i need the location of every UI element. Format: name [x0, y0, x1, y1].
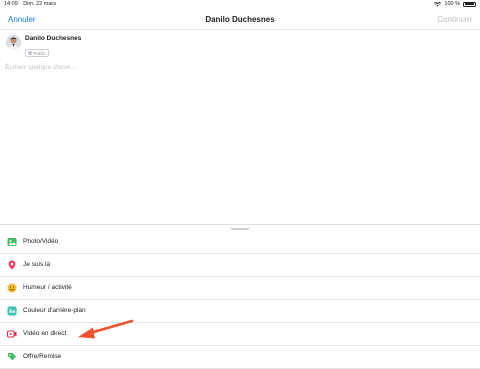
post-author: Danilo Duchesnes Public: [6, 35, 81, 60]
location-pin-icon: [8, 260, 16, 270]
option-feeling-activity[interactable]: Humeur / activité: [0, 277, 480, 300]
avatar[interactable]: [6, 35, 21, 50]
battery-icon: [463, 1, 476, 7]
sheet-drag-handle[interactable]: [231, 228, 249, 230]
author-name: Danilo Duchesnes: [25, 35, 82, 42]
status-date: Dim. 22 mars: [23, 1, 56, 7]
option-label: Photo/Vidéo: [23, 238, 59, 245]
option-label: Couleur d'arrière-plan: [23, 307, 86, 314]
wifi-icon: [434, 1, 442, 7]
navigation-bar: Annuler Danilo Duchesnes Continuer: [0, 9, 480, 30]
privacy-selector[interactable]: Public: [25, 49, 49, 57]
privacy-label: Public: [33, 50, 46, 56]
photo-video-icon: [7, 238, 17, 246]
page-title: Danilo Duchesnes: [205, 15, 275, 24]
option-label: Humeur / activité: [23, 284, 72, 291]
option-label: Je suis là: [23, 261, 51, 268]
background-color-icon: Aa: [7, 306, 17, 316]
battery-percent: 100 %: [444, 1, 460, 7]
smiley-icon: [7, 283, 17, 293]
post-options-sheet: Photo/Vidéo Je suis là Humeur / activité…: [0, 224, 480, 369]
status-bar: 14:09 Dim. 22 mars 100 %: [0, 0, 480, 9]
option-background-color[interactable]: Aa Couleur d'arrière-plan: [0, 300, 480, 323]
cancel-button[interactable]: Annuler: [8, 15, 36, 24]
post-text-input[interactable]: Écrivez quelque chose...: [5, 64, 76, 71]
option-live-video[interactable]: Vidéo en direct: [0, 323, 480, 346]
option-label: Vidéo en direct: [23, 330, 67, 337]
offer-tag-icon: [8, 353, 16, 361]
status-time: 14:09: [4, 1, 18, 7]
globe-icon: [28, 51, 32, 55]
option-photo-video[interactable]: Photo/Vidéo: [0, 231, 480, 254]
option-label: Offre/Remise: [23, 353, 62, 360]
option-check-in[interactable]: Je suis là: [0, 254, 480, 277]
option-offer[interactable]: Offre/Remise: [0, 346, 480, 369]
continue-button[interactable]: Continuer: [437, 15, 472, 24]
svg-text:Aa: Aa: [9, 309, 16, 315]
live-video-icon: [7, 330, 17, 338]
